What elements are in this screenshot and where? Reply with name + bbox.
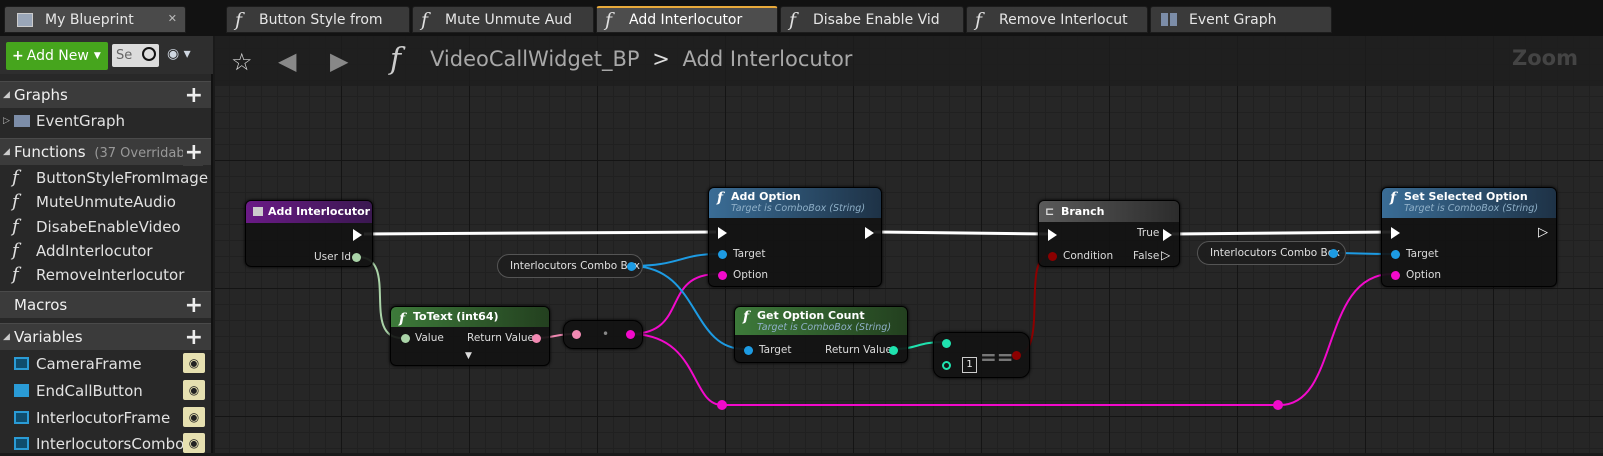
exec-out-pin[interactable] [353, 229, 362, 241]
branch-icon: ⊏ [1045, 205, 1055, 218]
variable-label: Interlocutors Combo Box [510, 260, 641, 272]
exec-wire [1171, 230, 1393, 236]
option-pin[interactable] [1391, 271, 1400, 280]
user-id-pin[interactable] [352, 253, 361, 262]
pin-label: Target [1406, 248, 1439, 260]
variable-label: Interlocutors Combo Box [1210, 247, 1341, 259]
node-title: Branch [1061, 205, 1105, 218]
pin-label: Target [733, 248, 766, 260]
set-selected-option-node[interactable]: f Set Selected Option Target is ComboBox… [1381, 187, 1557, 287]
pin-label: False [1133, 250, 1160, 262]
pin-label: Condition [1063, 250, 1114, 262]
input-pin[interactable] [572, 330, 581, 339]
true-exec-pin[interactable] [1163, 229, 1172, 241]
branch-node[interactable]: ⊏ Branch True Condition False ▷ [1038, 200, 1180, 267]
exec-out-pin[interactable] [865, 227, 874, 239]
false-exec-pin[interactable]: ▷ [1161, 248, 1170, 262]
exec-out-pin[interactable]: ▷ [1538, 225, 1548, 240]
b-pin[interactable] [942, 361, 951, 370]
node-subtitle: Target is ComboBox (String) [731, 203, 866, 214]
pin-label: True [1137, 227, 1160, 239]
function-entry-node[interactable]: Add Interlocutor User Id [245, 200, 373, 267]
node-header: Add Interlocutor [246, 201, 372, 223]
chevron-down-icon[interactable]: ▼ [465, 351, 472, 361]
node-subtitle: Target is ComboBox (String) [757, 322, 892, 333]
function-icon: f [1390, 190, 1397, 206]
function-icon: f [743, 309, 750, 325]
node-title: Set Selected Option [1404, 190, 1528, 203]
function-icon: f [717, 190, 724, 206]
condition-pin[interactable] [1048, 252, 1057, 261]
literal-input[interactable]: 1 [962, 357, 977, 373]
equal-symbol: == [980, 345, 1014, 369]
dot-icon: • [602, 327, 610, 341]
exec-in-pin[interactable] [1048, 229, 1057, 241]
return-value-pin[interactable] [889, 346, 898, 355]
node-subtitle: Target is ComboBox (String) [1404, 203, 1539, 214]
option-pin[interactable] [718, 271, 727, 280]
reroute-knot [1273, 400, 1283, 410]
a-pin[interactable] [942, 339, 951, 348]
entry-icon [253, 207, 263, 216]
reroute-node[interactable]: • [563, 320, 643, 349]
target-pin[interactable] [1391, 250, 1400, 259]
add-option-node[interactable]: f Add Option Target is ComboBox (String)… [708, 187, 882, 287]
node-title: Add Option [731, 190, 801, 203]
interlocutors-combo-box-variable[interactable]: Interlocutors Combo Box [497, 254, 643, 278]
object-wire [630, 253, 719, 267]
function-icon: f [399, 311, 406, 327]
node-title: Get Option Count [757, 309, 865, 322]
pin-label: Option [733, 269, 769, 281]
to-text-node[interactable]: f ToText (int64) Value Return Value ▼ [390, 306, 550, 366]
value-pin[interactable] [401, 334, 410, 343]
exec-in-pin[interactable] [718, 227, 727, 239]
node-header: f Add Option Target is ComboBox (String) [709, 188, 881, 218]
exec-in-pin[interactable] [1391, 227, 1400, 239]
node-header: ⊏ Branch [1039, 201, 1179, 222]
node-header: f ToText (int64) [391, 307, 549, 327]
pin-label: Return Value [467, 332, 535, 344]
result-pin[interactable] [1012, 351, 1021, 360]
get-option-count-node[interactable]: f Get Option Count Target is ComboBox (S… [734, 306, 908, 363]
node-title: ToText (int64) [413, 310, 499, 323]
target-pin[interactable] [744, 346, 753, 355]
pin-label: Return Value [825, 344, 893, 356]
output-pin[interactable] [626, 330, 635, 339]
pin-label: User Id [314, 251, 352, 263]
return-value-pin[interactable] [532, 334, 541, 343]
reroute-knot [717, 400, 727, 410]
pin-label: Option [1406, 269, 1442, 281]
exec-wire [363, 230, 717, 236]
pin-label: Value [415, 332, 444, 344]
variable-output-pin[interactable] [1329, 249, 1338, 258]
interlocutors-combo-box-variable-2[interactable]: Interlocutors Combo Box [1197, 241, 1346, 265]
equal-node[interactable]: 1 == [933, 332, 1030, 378]
target-pin[interactable] [718, 250, 727, 259]
variable-output-pin[interactable] [627, 262, 636, 271]
node-header: f Get Option Count Target is ComboBox (S… [735, 307, 907, 335]
pin-label: Target [759, 344, 792, 356]
node-header: f Set Selected Option Target is ComboBox… [1382, 188, 1556, 218]
exec-wire [873, 230, 1049, 236]
node-title: Add Interlocutor [268, 205, 371, 218]
